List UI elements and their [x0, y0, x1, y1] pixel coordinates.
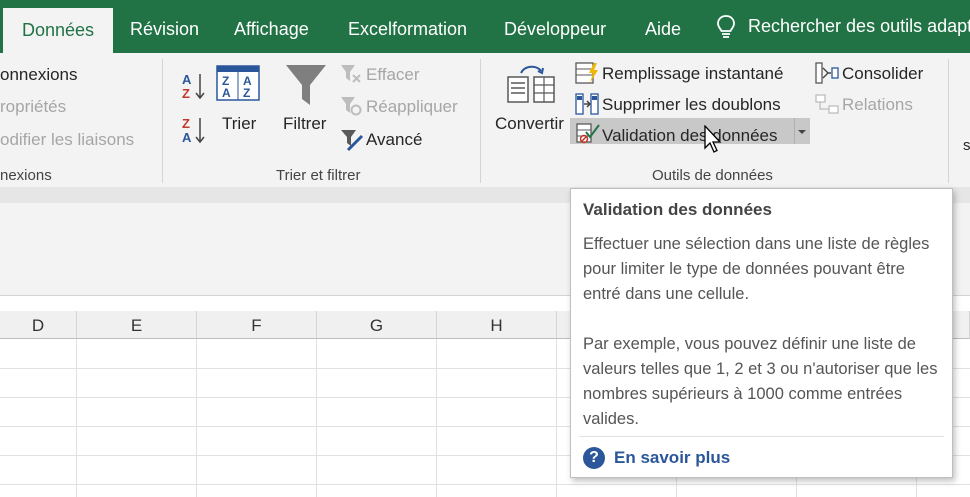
data-validation-icon[interactable] — [576, 122, 600, 144]
group-label-outils-donnees: Outils de données — [652, 167, 773, 184]
reapply-filter-icon[interactable] — [340, 95, 362, 117]
validation-donnees-button[interactable]: Validation des données — [602, 126, 778, 146]
group-separator — [480, 59, 481, 183]
svg-text:A: A — [222, 86, 231, 100]
custom-sort-icon[interactable]: Z A A Z — [216, 65, 260, 101]
search-label: Rechercher des outils adapté — [748, 16, 970, 36]
tab-aide[interactable]: Aide — [645, 0, 681, 53]
column-header-h[interactable]: H — [437, 311, 557, 339]
consolider-button[interactable]: Consolider — [842, 64, 923, 84]
proprietes-button[interactable]: ropriétés — [0, 97, 66, 117]
learn-more-link[interactable]: ? En savoir plus — [583, 447, 730, 469]
help-icon: ? — [583, 447, 605, 469]
grid-col-line — [316, 339, 317, 497]
tooltip-title: Validation des données — [583, 200, 772, 219]
tab-affichage[interactable]: Affichage — [234, 0, 309, 53]
lightbulb-icon — [717, 14, 735, 38]
clear-filter-icon[interactable] — [340, 63, 362, 85]
group-label-connexions: nexions — [0, 167, 52, 184]
grid-col-line — [556, 339, 557, 497]
grid-col-line — [436, 339, 437, 497]
column-header-e[interactable]: E — [77, 311, 197, 339]
sort-a-z-icon[interactable]: A Z — [180, 71, 208, 101]
tab-excelformation[interactable]: Excelformation — [348, 0, 467, 53]
convertir-button[interactable]: Convertir — [495, 114, 564, 134]
reappliquer-button[interactable]: Réappliquer — [366, 97, 458, 117]
relationships-icon[interactable] — [815, 93, 839, 115]
grid-col-line — [196, 339, 197, 497]
filter-funnel-icon[interactable] — [284, 63, 328, 109]
column-header-d[interactable]: D — [0, 311, 77, 339]
trier-button[interactable]: Trier — [222, 114, 256, 134]
ribbon: onnexions ropriétés odifier les liaisons… — [0, 53, 970, 187]
tooltip-example: Par exemple, vous pouvez définir une lis… — [583, 335, 938, 428]
group-label-trier-filtrer: Trier et filtrer — [276, 167, 361, 184]
column-header-g[interactable]: G — [317, 311, 437, 339]
svg-text:A: A — [182, 130, 192, 145]
relations-button[interactable]: Relations — [842, 95, 913, 115]
sort-z-a-icon[interactable]: Z A — [180, 115, 208, 145]
supprimer-doublons-button[interactable]: Supprimer les doublons — [602, 95, 781, 115]
tooltip-divider — [579, 436, 944, 437]
advanced-filter-icon[interactable] — [340, 128, 364, 152]
filtrer-button[interactable]: Filtrer — [283, 114, 326, 134]
tab-revision[interactable]: Révision — [130, 0, 199, 53]
remplissage-button[interactable]: Remplissage instantané — [602, 64, 783, 84]
flash-fill-icon[interactable] — [575, 61, 599, 85]
ribbon-tab-bar: Données Révision Affichage Excelformatio… — [0, 0, 970, 53]
text-to-columns-icon[interactable] — [507, 63, 555, 103]
modifier-liaisons-button[interactable]: odifier les liaisons — [0, 130, 134, 150]
group-separator — [948, 59, 949, 183]
effacer-button[interactable]: Effacer — [366, 65, 420, 85]
remove-duplicates-icon[interactable] — [575, 92, 599, 116]
tooltip-description: Effectuer une sélection dans une liste d… — [583, 235, 930, 303]
group-separator — [162, 59, 163, 183]
consolidate-icon[interactable] — [815, 62, 839, 84]
tab-donnees[interactable]: Données — [3, 8, 114, 53]
connexions-button[interactable]: onnexions — [0, 65, 78, 85]
column-header-f[interactable]: F — [197, 311, 317, 339]
tab-developpeur[interactable]: Développeur — [504, 0, 606, 53]
cut-off-label: s — [963, 137, 970, 154]
learn-more-label: En savoir plus — [614, 448, 731, 467]
svg-text:Z: Z — [182, 116, 190, 131]
split-button-divider — [794, 118, 795, 144]
svg-text:A: A — [182, 72, 192, 87]
tell-me-search[interactable]: Rechercher des outils adapté — [716, 0, 970, 53]
avance-button[interactable]: Avancé — [366, 130, 422, 150]
grid-row-line — [0, 484, 970, 485]
tooltip-validation-donnees: Validation des données Effectuer une sél… — [570, 188, 953, 478]
grid-col-line — [76, 339, 77, 497]
chevron-down-icon[interactable] — [797, 128, 807, 136]
mouse-cursor-icon — [704, 125, 722, 153]
svg-text:Z: Z — [243, 86, 250, 100]
svg-text:Z: Z — [182, 86, 190, 101]
